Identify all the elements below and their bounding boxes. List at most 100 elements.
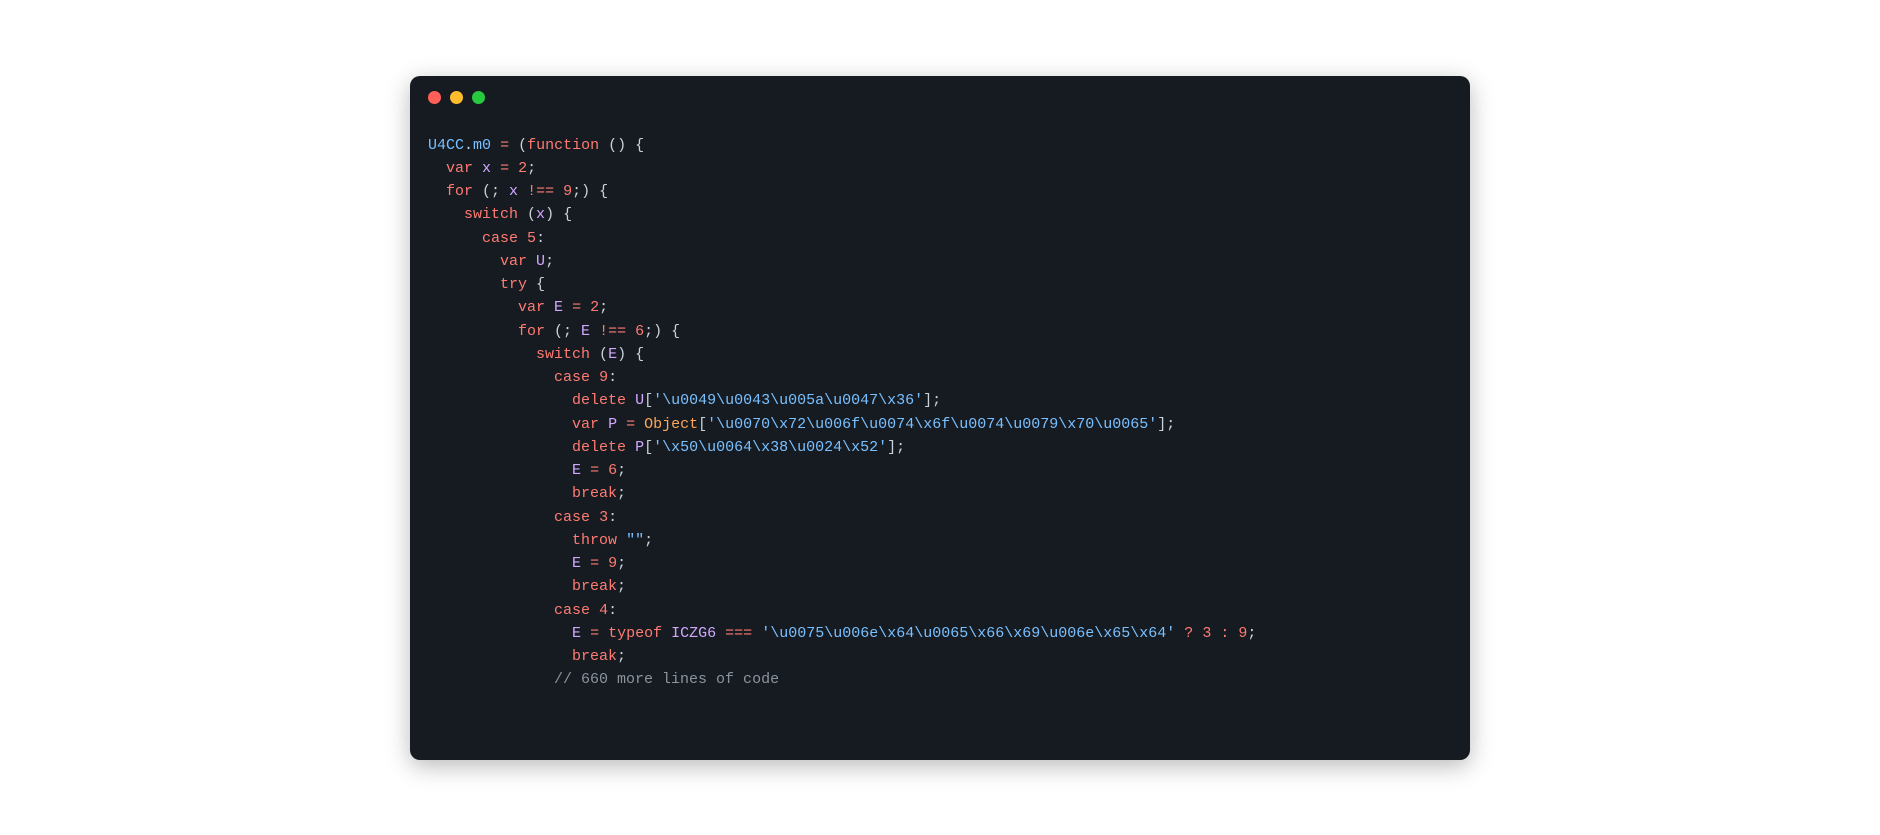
- code-token: [581, 299, 590, 316]
- code-token: for: [518, 323, 545, 340]
- code-token: (: [509, 137, 527, 154]
- code-token: ) {: [545, 206, 572, 223]
- code-token: =: [500, 160, 509, 177]
- code-line: case 9:: [428, 366, 1452, 389]
- code-token: E: [572, 555, 581, 572]
- code-token: 3: [1202, 625, 1211, 642]
- code-token: U: [635, 392, 644, 409]
- code-token: (: [590, 346, 608, 363]
- code-token: U: [536, 253, 545, 270]
- code-token: [581, 625, 590, 642]
- code-token: P: [635, 439, 644, 456]
- code-token: ;: [617, 648, 626, 665]
- code-token: [599, 625, 608, 642]
- code-token: ];: [1157, 416, 1175, 433]
- code-token: [626, 392, 635, 409]
- code-token: [563, 299, 572, 316]
- code-token: try: [500, 276, 527, 293]
- code-token: break: [572, 578, 617, 595]
- code-token: var: [572, 416, 599, 433]
- code-token: 6: [608, 462, 617, 479]
- code-token: 9: [599, 369, 608, 386]
- code-token: =: [572, 299, 581, 316]
- code-line: case 5:: [428, 227, 1452, 250]
- code-token: '\u0070\x72\u006f\u0074\x6f\u0074\u0079\…: [707, 416, 1157, 433]
- code-token: 2: [590, 299, 599, 316]
- code-token: (;: [545, 323, 581, 340]
- code-token: E: [581, 323, 590, 340]
- code-token: typeof: [608, 625, 662, 642]
- code-token: [626, 439, 635, 456]
- close-icon[interactable]: [428, 91, 441, 104]
- code-token: [518, 183, 527, 200]
- window-titlebar: [410, 76, 1470, 120]
- code-line: var P = Object['\u0070\x72\u006f\u0074\x…: [428, 413, 1452, 436]
- code-token: delete: [572, 392, 626, 409]
- maximize-icon[interactable]: [472, 91, 485, 104]
- code-token: :: [608, 369, 617, 386]
- code-token: [590, 323, 599, 340]
- code-token: ;: [599, 299, 608, 316]
- code-token: [1175, 625, 1184, 642]
- code-token: '\u0049\u0043\u005a\u0047\x36': [653, 392, 923, 409]
- code-token: case: [554, 509, 590, 526]
- code-line: break;: [428, 645, 1452, 668]
- code-token: :: [608, 509, 617, 526]
- code-token: throw: [572, 532, 617, 549]
- code-token: [752, 625, 761, 642]
- code-token: U4CC: [428, 137, 464, 154]
- code-token: [581, 555, 590, 572]
- code-token: 4: [599, 602, 608, 619]
- code-line: for (; E !== 6;) {: [428, 320, 1452, 343]
- code-token: [581, 462, 590, 479]
- code-token: [590, 602, 599, 619]
- code-line: for (; x !== 9;) {: [428, 180, 1452, 203]
- code-token: x: [536, 206, 545, 223]
- code-token: () {: [599, 137, 644, 154]
- code-line: // 660 more lines of code: [428, 668, 1452, 691]
- code-token: 6: [635, 323, 644, 340]
- code-line: throw "";: [428, 529, 1452, 552]
- code-token: [1193, 625, 1202, 642]
- code-token: [599, 555, 608, 572]
- code-token: P: [608, 416, 617, 433]
- code-token: {: [527, 276, 545, 293]
- code-window: U4CC.m0 = (function () { var x = 2; for …: [410, 76, 1470, 760]
- code-token: [: [644, 439, 653, 456]
- code-token: [527, 253, 536, 270]
- code-token: switch: [536, 346, 590, 363]
- code-token: ;) {: [572, 183, 608, 200]
- code-token: ?: [1184, 625, 1193, 642]
- code-token: ICZG6: [671, 625, 716, 642]
- code-token: // 660 more lines of code: [554, 671, 779, 688]
- code-line: var x = 2;: [428, 157, 1452, 180]
- code-token: [554, 183, 563, 200]
- code-token: =: [590, 625, 599, 642]
- code-token: ;: [644, 532, 653, 549]
- code-line: U4CC.m0 = (function () {: [428, 134, 1452, 157]
- code-token: "": [626, 532, 644, 549]
- code-token: ;: [617, 578, 626, 595]
- code-line: case 4:: [428, 599, 1452, 622]
- minimize-icon[interactable]: [450, 91, 463, 104]
- code-line: delete U['\u0049\u0043\u005a\u0047\x36']…: [428, 389, 1452, 412]
- code-line: var E = 2;: [428, 296, 1452, 319]
- code-token: case: [482, 230, 518, 247]
- code-token: delete: [572, 439, 626, 456]
- code-token: case: [554, 602, 590, 619]
- code-line: break;: [428, 482, 1452, 505]
- code-token: ;: [617, 485, 626, 502]
- code-token: function: [527, 137, 599, 154]
- code-token: (: [518, 206, 536, 223]
- code-token: ;: [527, 160, 536, 177]
- code-token: [626, 323, 635, 340]
- code-token: :: [536, 230, 545, 247]
- code-token: [590, 509, 599, 526]
- code-token: E: [554, 299, 563, 316]
- code-token: '\x50\u0064\x38\u0024\x52': [653, 439, 887, 456]
- code-token: x: [509, 183, 518, 200]
- code-token: [662, 625, 671, 642]
- code-token: [518, 230, 527, 247]
- code-token: ];: [887, 439, 905, 456]
- code-token: [599, 462, 608, 479]
